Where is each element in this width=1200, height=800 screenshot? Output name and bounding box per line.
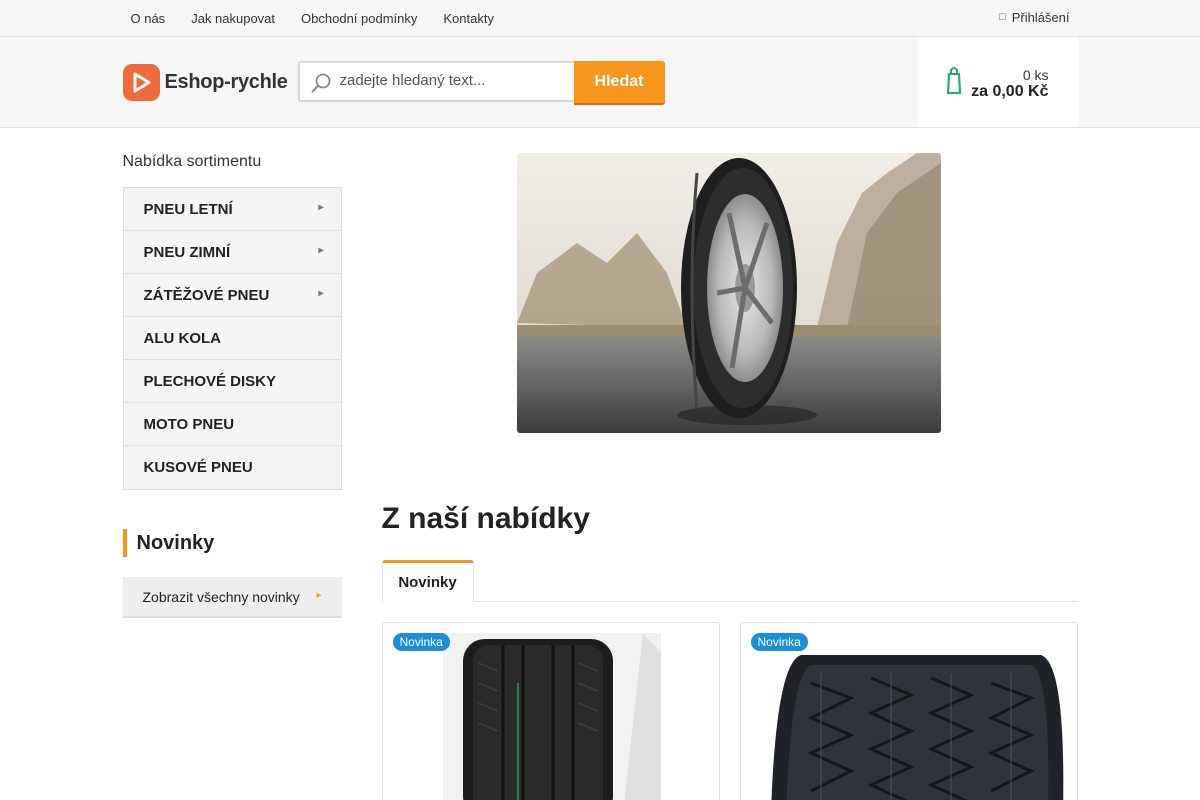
section-title: Z naší nabídky bbox=[381, 502, 590, 535]
search-input[interactable] bbox=[339, 72, 565, 89]
product-tabs: Novinky bbox=[381, 560, 1078, 602]
chevron-right-icon: ▸ bbox=[318, 202, 324, 213]
login-link[interactable]: □ Přihlášení bbox=[999, 0, 1069, 34]
show-all-news-label: Zobrazit všechny novinky bbox=[142, 588, 300, 605]
top-nav-links: O nás Jak nakupovat Obchodní podmínky Ko… bbox=[131, 0, 520, 36]
category-menu: PNEU LETNÍ ▸ PNEU ZIMNÍ ▸ ZÁTĚŽOVÉ PNEU … bbox=[122, 187, 342, 490]
cart-count: 0 ks bbox=[1022, 67, 1049, 83]
sidebar-item-label: ZÁTĚŽOVÉ PNEU bbox=[143, 286, 270, 304]
sidebar-item-pneu-zimni[interactable]: PNEU ZIMNÍ ▸ bbox=[123, 231, 341, 274]
logo[interactable]: Eshop-rychle bbox=[122, 64, 288, 101]
nav-link-o-nas[interactable]: O nás bbox=[131, 11, 166, 26]
login-label: Přihlášení bbox=[1011, 9, 1070, 25]
sidebar-item-pneu-letni[interactable]: PNEU LETNÍ ▸ bbox=[123, 188, 341, 231]
nav-link-obchodni-podminky[interactable]: Obchodní podmínky bbox=[301, 11, 417, 26]
product-card[interactable]: Novinka bbox=[739, 622, 1078, 800]
sidebar-item-label: KUSOVÉ PNEU bbox=[143, 459, 253, 476]
sidebar-item-label: PNEU LETNÍ bbox=[143, 200, 233, 218]
sidebar-item-label: PLECHOVÉ DISKY bbox=[143, 372, 277, 390]
sidebar-item-kusove-pneu[interactable]: KUSOVÉ PNEU bbox=[124, 446, 341, 489]
new-badge: Novinka bbox=[392, 633, 450, 651]
nav-link-kontakty[interactable]: Kontakty bbox=[443, 11, 494, 26]
site-header: Eshop-rychle Hledat 0 k bbox=[0, 37, 1200, 128]
search-icon bbox=[310, 72, 332, 97]
logo-text: Eshop-rychle bbox=[164, 71, 288, 93]
top-nav-bar: O nás Jak nakupovat Obchodní podmínky Ko… bbox=[0, 0, 1200, 37]
cart-widget[interactable]: 0 ks za 0,00 Kč bbox=[917, 37, 1078, 127]
sidebar-item-zatezove-pneu[interactable]: ZÁTĚŽOVÉ PNEU ▸ bbox=[123, 274, 341, 317]
sidebar: Nabídka sortimentu PNEU LETNÍ ▸ PNEU ZIM… bbox=[122, 128, 342, 618]
shopping-bag-icon bbox=[946, 65, 962, 98]
chevron-right-icon: ▸ bbox=[318, 288, 324, 299]
search-form: Hledat bbox=[297, 61, 665, 103]
cart-total: za 0,00 Kč bbox=[971, 83, 1049, 100]
search-button[interactable]: Hledat bbox=[573, 61, 665, 103]
page-content: Nabídka sortimentu PNEU LETNÍ ▸ PNEU ZIM… bbox=[122, 128, 1078, 800]
logo-play-icon bbox=[122, 64, 160, 101]
chevron-right-icon: ▸ bbox=[318, 245, 324, 256]
hero-banner-tire-image[interactable] bbox=[516, 153, 941, 433]
sidebar-item-label: ALU KOLA bbox=[143, 329, 222, 347]
search-box bbox=[297, 61, 574, 102]
show-all-news-button[interactable]: Zobrazit všechny novinky ▸ bbox=[122, 577, 342, 618]
product-card[interactable]: Novinka bbox=[381, 622, 720, 800]
chevron-right-icon: ▸ bbox=[316, 590, 322, 601]
nav-link-jak-nakupovat[interactable]: Jak nakupovat bbox=[191, 11, 275, 26]
sidebar-item-moto-pneu[interactable]: MOTO PNEU bbox=[123, 403, 341, 446]
sidebar-item-label: MOTO PNEU bbox=[143, 415, 235, 433]
sidebar-title: Nabídka sortimentu bbox=[122, 153, 262, 170]
sidebar-item-plechove-disky[interactable]: PLECHOVÉ DISKY bbox=[123, 360, 341, 403]
tab-novinky[interactable]: Novinky bbox=[381, 560, 474, 602]
new-badge: Novinka bbox=[750, 633, 808, 651]
sidebar-item-label: PNEU ZIMNÍ bbox=[143, 243, 231, 261]
sidebar-item-alu-kola[interactable]: ALU KOLA bbox=[123, 317, 341, 360]
news-heading: Novinky bbox=[122, 529, 342, 557]
user-icon: □ bbox=[999, 11, 1006, 23]
